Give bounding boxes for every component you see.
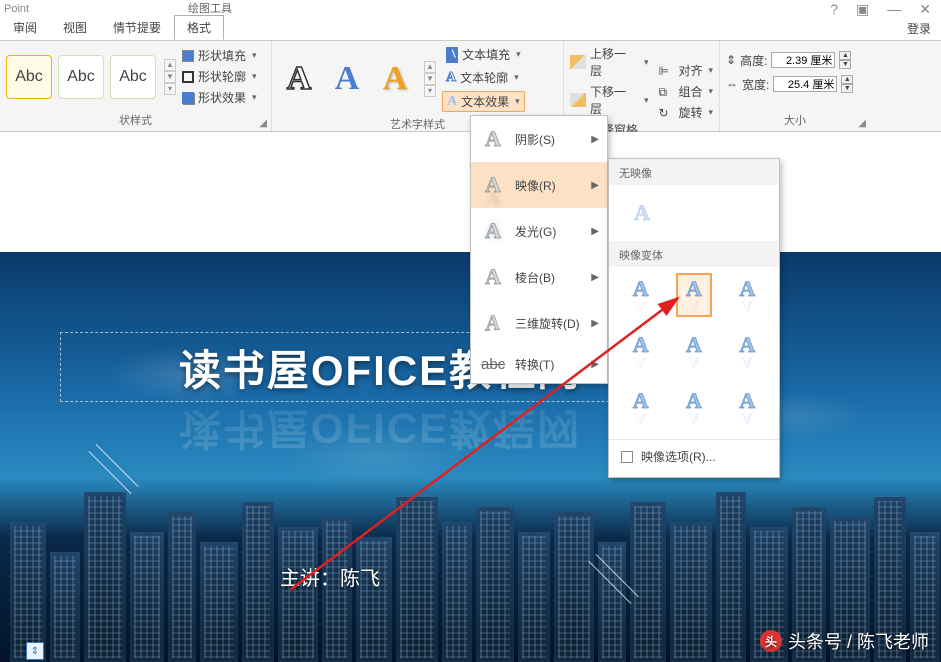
rotate3d-icon: A: [481, 308, 503, 338]
text-effect-button[interactable]: A文本效果▾: [442, 91, 525, 112]
bring-forward-button[interactable]: 上移一层▾: [570, 45, 648, 79]
height-input[interactable]: [771, 52, 835, 68]
reflection-variant-8[interactable]: AA: [676, 385, 711, 429]
shape-outline-button[interactable]: 形状轮廓▾: [182, 68, 257, 85]
group-label-size: 大小: [720, 112, 870, 131]
restore-icon[interactable]: ▣: [856, 1, 869, 18]
group-label-shape-styles: 状样式: [0, 112, 271, 131]
width-input[interactable]: [773, 76, 837, 92]
minimize-icon[interactable]: —: [887, 1, 901, 18]
reflection-variant-9[interactable]: AA: [730, 385, 765, 429]
help-icon[interactable]: ?: [830, 1, 838, 18]
reflection-variant-1[interactable]: AA: [623, 273, 658, 317]
wordart-style-2[interactable]: A: [326, 55, 368, 103]
dialog-launcher-icon[interactable]: ◢: [259, 118, 267, 129]
wordart-style-1[interactable]: A: [278, 55, 320, 103]
height-label: 高度:: [740, 52, 767, 69]
transform-icon: abc: [481, 356, 505, 373]
slide-subtitle[interactable]: 主讲：陈飞: [280, 562, 380, 591]
tab-format[interactable]: 格式: [174, 15, 224, 40]
submenu-header-variants: 映像变体: [609, 241, 779, 267]
watermark: 头 头条号 / 陈飞老师: [760, 628, 929, 654]
width-icon: ⇔: [726, 77, 738, 91]
anchor-icon[interactable]: ⇕: [26, 642, 44, 660]
wordart-style-more[interactable]: ▲▼▾: [424, 61, 436, 97]
menu-item-glow[interactable]: A 发光(G)▶: [471, 208, 607, 254]
reflection-variant-5[interactable]: AA: [676, 329, 711, 373]
reflection-variant-3[interactable]: AA: [730, 273, 765, 317]
reflection-variant-4[interactable]: AA: [623, 329, 658, 373]
shape-fill-button[interactable]: 形状填充▾: [182, 47, 257, 64]
text-effect-icon: A: [447, 94, 457, 110]
shape-style-2[interactable]: Abc: [58, 55, 104, 99]
decoration-top-left: [80, 442, 140, 502]
reflection-options[interactable]: 映像选项(R)...: [609, 439, 779, 473]
menu-item-reflection[interactable]: A 映像(R)▶: [471, 162, 607, 208]
watermark-logo-icon: 头: [760, 630, 782, 652]
reflection-variant-2[interactable]: AA: [676, 273, 711, 317]
reflection-variant-7[interactable]: AA: [623, 385, 658, 429]
tab-view[interactable]: 视图: [50, 15, 100, 40]
text-effects-menu: A 阴影(S)▶ A 映像(R)▶ A 发光(G)▶ A 棱台(B)▶ A 三维…: [470, 115, 608, 384]
bring-forward-icon: [570, 55, 586, 69]
menu-item-transform[interactable]: abc 转换(T)▶: [471, 346, 607, 383]
width-stepper[interactable]: ▲▼: [841, 75, 853, 93]
text-fill-button[interactable]: A文本填充▾: [442, 45, 525, 64]
width-label: 宽度:: [742, 76, 769, 93]
shape-style-1[interactable]: Abc: [6, 55, 52, 99]
login-button[interactable]: 登录: [897, 17, 941, 40]
shape-style-3[interactable]: Abc: [110, 55, 156, 99]
height-icon: ⇕: [726, 53, 736, 67]
submenu-header-none: 无映像: [609, 159, 779, 185]
group-button[interactable]: ⧉组合▾: [658, 83, 713, 100]
text-outline-icon: A: [446, 70, 456, 86]
rotate-button[interactable]: ↻旋转▾: [658, 104, 713, 121]
reflection-submenu: 无映像 A 映像变体 AA AA AA AA AA AA AA AA AA 映像…: [608, 158, 780, 478]
wordart-style-3[interactable]: A: [374, 55, 416, 103]
checkbox-icon: [621, 451, 633, 463]
tab-storyline[interactable]: 情节提要: [100, 15, 174, 40]
slide-title-reflection: 读书屋OFICE教程网: [61, 401, 699, 462]
shape-style-more[interactable]: ▲▼▾: [164, 59, 176, 95]
dialog-launcher-icon[interactable]: ◢: [858, 118, 866, 129]
group-icon: ⧉: [658, 85, 674, 99]
outline-icon: [182, 71, 194, 83]
bevel-icon: A: [481, 264, 505, 290]
menu-item-3d-rotation[interactable]: A 三维旋转(D)▶: [471, 300, 607, 346]
reflection-none[interactable]: A: [623, 191, 661, 235]
shape-effect-button[interactable]: 形状效果▾: [182, 89, 257, 106]
contextual-tab-label: 绘图工具: [188, 0, 232, 16]
app-title: Point: [0, 3, 29, 15]
text-fill-icon: A: [446, 47, 458, 63]
fill-icon: [182, 50, 194, 62]
text-outline-button[interactable]: A文本轮廓▾: [442, 68, 525, 87]
decoration-bottom-right: [580, 552, 640, 612]
menu-item-bevel[interactable]: A 棱台(B)▶: [471, 254, 607, 300]
send-backward-button[interactable]: 下移一层▾: [570, 83, 648, 117]
align-button[interactable]: ⊫对齐▾: [658, 62, 713, 79]
rotate-icon: ↻: [658, 106, 674, 120]
effect-icon: [182, 92, 194, 104]
reflection-variant-6[interactable]: AA: [730, 329, 765, 373]
send-backward-icon: [570, 93, 586, 107]
height-stepper[interactable]: ▲▼: [839, 51, 851, 69]
glow-icon: A: [481, 218, 505, 244]
menu-item-shadow[interactable]: A 阴影(S)▶: [471, 116, 607, 162]
shadow-icon: A: [481, 126, 505, 152]
tab-review[interactable]: 审阅: [0, 15, 50, 40]
reflection-icon: A: [481, 172, 505, 198]
align-icon: ⊫: [658, 64, 674, 78]
close-icon[interactable]: ✕: [919, 1, 931, 18]
